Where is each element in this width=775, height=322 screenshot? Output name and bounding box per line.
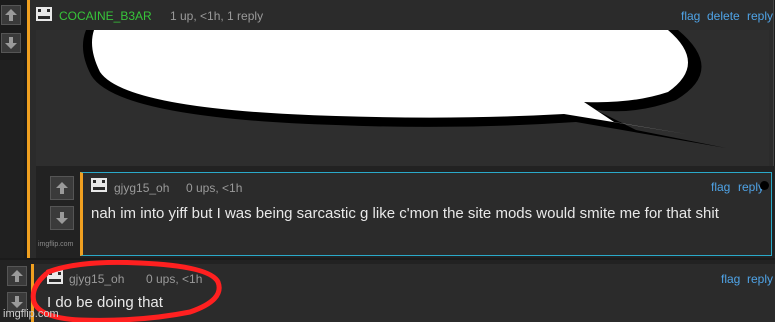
comment-3: gjyg15_oh 0 ups, <1h flag reply I do be … bbox=[0, 260, 775, 322]
delete-link[interactable]: delete bbox=[707, 9, 740, 23]
arrow-down-icon bbox=[56, 212, 68, 224]
avatar-icon bbox=[91, 178, 107, 192]
upvote-button[interactable] bbox=[50, 176, 74, 200]
arrow-up-icon bbox=[5, 9, 17, 21]
downvote-button[interactable] bbox=[1, 33, 21, 53]
flag-link[interactable]: flag bbox=[711, 180, 730, 194]
avatar-icon bbox=[36, 7, 52, 21]
reply-link[interactable]: reply bbox=[747, 9, 773, 23]
comment-meta: 1 up, <1h, 1 reply bbox=[170, 9, 264, 23]
watermark: imgflip.com bbox=[3, 308, 59, 320]
watermark: imgflip.com bbox=[38, 241, 74, 248]
reply-link[interactable]: reply bbox=[747, 272, 773, 286]
vote-column-bg bbox=[0, 60, 24, 258]
speech-bubble-image bbox=[82, 30, 726, 148]
comment-text: nah im into yiff but I was being sarcast… bbox=[91, 205, 719, 222]
comment-image[interactable] bbox=[36, 30, 769, 166]
arrow-up-icon bbox=[56, 182, 68, 194]
comment-username[interactable]: gjyg15_oh bbox=[114, 181, 169, 195]
comment-2: imgflip.com gjyg15_oh 0 ups, <1h flag re… bbox=[36, 166, 775, 258]
comment-username[interactable]: COCAINE_B3AR bbox=[59, 9, 152, 23]
upvote-button[interactable] bbox=[1, 5, 21, 25]
cursor-dot-icon bbox=[760, 181, 769, 190]
flag-link[interactable]: flag bbox=[721, 272, 740, 286]
flag-link[interactable]: flag bbox=[681, 9, 700, 23]
downvote-button[interactable] bbox=[50, 206, 74, 230]
arrow-down-icon bbox=[5, 37, 17, 49]
comment-meta: 0 ups, <1h bbox=[186, 181, 243, 195]
